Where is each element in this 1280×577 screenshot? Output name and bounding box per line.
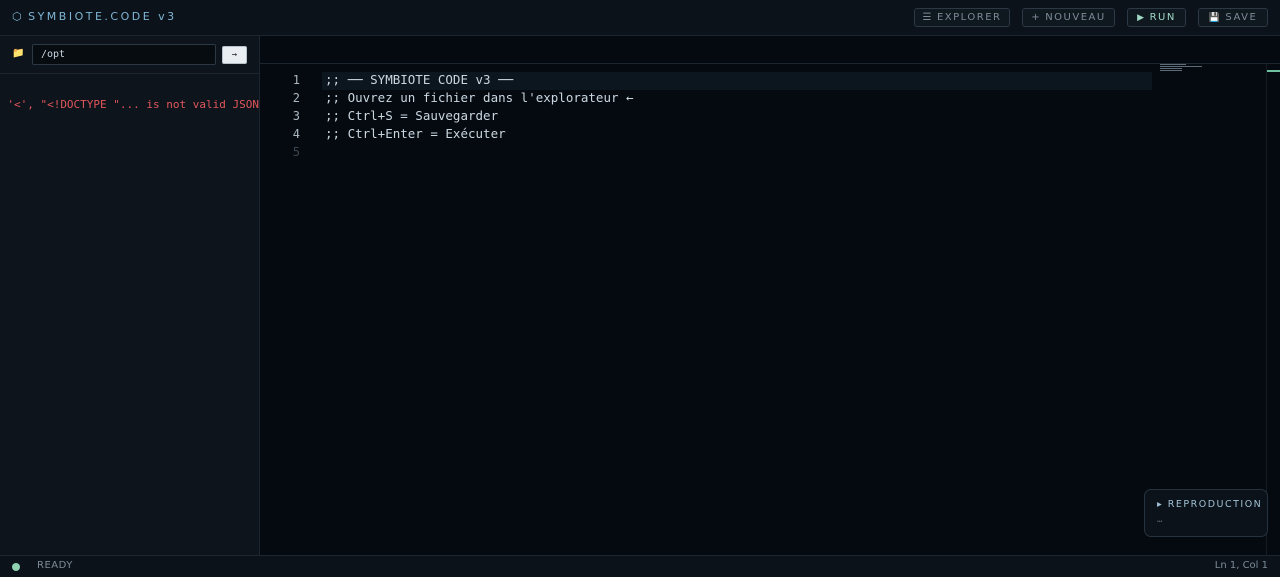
plus-icon: + — [1031, 12, 1042, 23]
minimap[interactable] — [1160, 64, 1202, 72]
line-number: 2 — [292, 91, 300, 105]
hexagon-icon: ⬡ — [12, 10, 25, 23]
save-button-label: SAVE — [1225, 12, 1258, 23]
floppy-disk-icon: 💾 — [1208, 12, 1222, 23]
run-button-label: RUN — [1149, 12, 1176, 23]
path-input[interactable] — [32, 44, 216, 65]
app-title: ⬡ SYMBIOTE.CODE v3 — [12, 10, 177, 23]
code-editor[interactable]: 1 ;; ── SYMBIOTE CODE v3 ── 2 ;; Ouvrez … — [260, 64, 1267, 555]
play-icon: ▶ — [1137, 12, 1146, 23]
status-bar: READY Ln 1, Col 1 — [0, 555, 1280, 577]
code-line[interactable]: ;; Ctrl+S = Sauvegarder — [325, 107, 498, 125]
scrollbar-thumb[interactable] — [1267, 70, 1280, 72]
minimap-line — [1160, 64, 1186, 65]
line-number: 3 — [292, 109, 300, 123]
explorer-button-label: EXPLORER — [936, 12, 1002, 23]
path-bar: 📁 → — [0, 36, 259, 74]
minimap-line — [1160, 70, 1182, 71]
editor-tab-strip — [260, 36, 1280, 64]
line-number: 1 — [292, 73, 300, 87]
explorer-button[interactable]: ☰ EXPLORER — [914, 8, 1010, 27]
reproduction-title: ▸ REPRODUCTION — [1157, 499, 1263, 510]
reproduction-panel[interactable]: ▸ REPRODUCTION … — [1144, 489, 1268, 537]
run-button[interactable]: ▶ RUN — [1127, 8, 1186, 27]
go-path-button[interactable]: → — [222, 46, 247, 64]
folder-icon: 📁 — [12, 48, 25, 59]
minimap-line — [1160, 66, 1202, 67]
cursor-position: Ln 1, Col 1 — [1214, 560, 1268, 571]
error-message: Unexpected token '<', "<!DOCTYPE "... is… — [0, 98, 259, 111]
code-line[interactable]: ;; Ctrl+Enter = Exécuter — [325, 125, 506, 143]
reproduction-status: … — [1157, 515, 1163, 525]
code-line[interactable]: ;; ── SYMBIOTE CODE v3 ── — [325, 71, 513, 89]
new-file-button[interactable]: + NOUVEAU — [1022, 8, 1115, 27]
new-file-button-label: NOUVEAU — [1045, 12, 1106, 23]
code-line[interactable]: ;; Ouvrez un fichier dans l'explorateur … — [325, 89, 634, 107]
minimap-line — [1160, 68, 1182, 69]
file-explorer-sidebar: 📁 → Unexpected token '<', "<!DOCTYPE "..… — [0, 36, 260, 555]
status-indicator-icon — [12, 563, 20, 571]
menu-icon: ☰ — [922, 12, 933, 23]
top-bar: ⬡ SYMBIOTE.CODE v3 ☰ EXPLORER + NOUVEAU ▶ RU… — [0, 0, 1280, 36]
save-button[interactable]: 💾 SAVE — [1198, 8, 1268, 27]
line-number: 5 — [292, 145, 300, 159]
status-text: READY — [37, 560, 73, 571]
line-number: 4 — [292, 127, 300, 141]
editor-scrollbar[interactable] — [1266, 64, 1280, 555]
app-title-text: SYMBIOTE.CODE v3 — [28, 10, 177, 23]
